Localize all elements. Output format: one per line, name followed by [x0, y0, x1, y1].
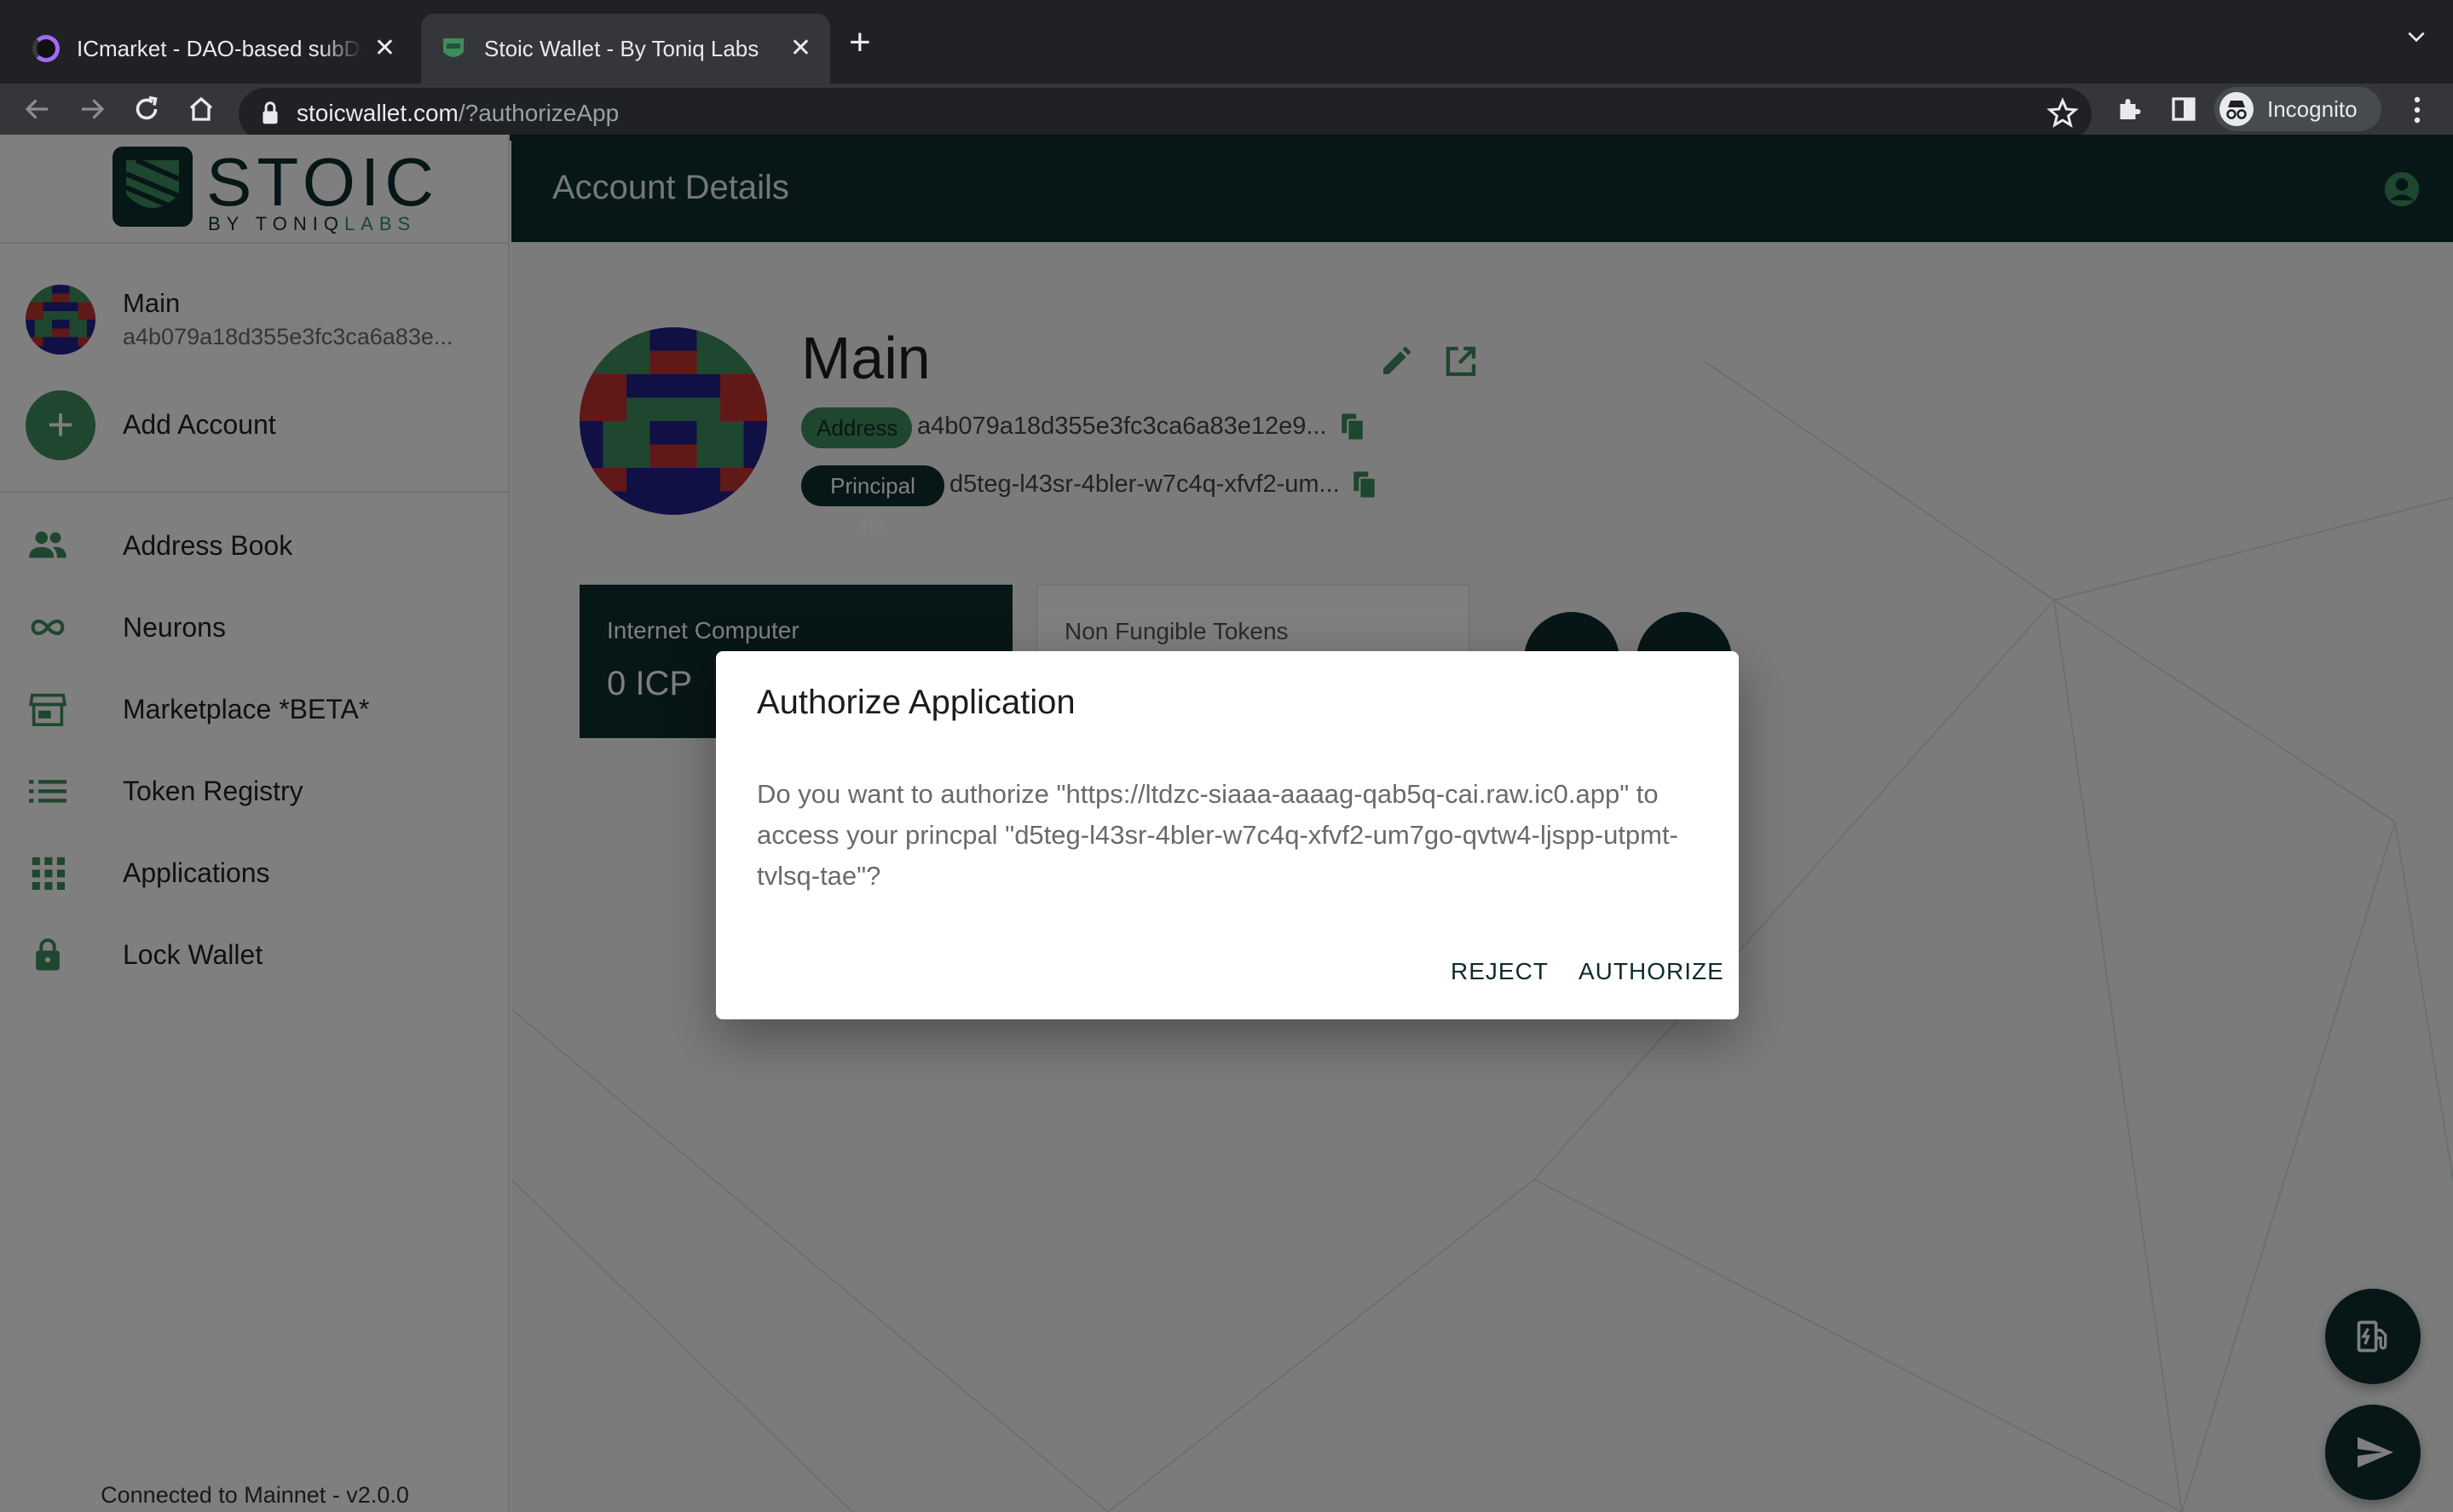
tab-title: ICmarket - DAO-based subDAO — [77, 35, 362, 61]
reject-button[interactable]: Reject — [1447, 958, 1552, 985]
dialog-title: Authorize Application — [757, 684, 1076, 721]
home-icon[interactable] — [186, 94, 216, 124]
browser-menu-icon[interactable] — [2409, 95, 2426, 124]
icmarket-favicon-icon — [32, 35, 60, 62]
back-arrow-icon[interactable] — [22, 94, 53, 124]
forward-arrow-icon[interactable] — [77, 94, 107, 124]
incognito-profile-button[interactable]: Incognito — [2214, 87, 2381, 131]
extensions-puzzle-icon[interactable] — [2114, 94, 2144, 124]
browser-tab-stoic[interactable]: Stoic Wallet - By Toniq Labs ✕ — [421, 14, 830, 84]
reload-icon[interactable] — [131, 94, 162, 124]
browser-toolbar: stoicwallet.com/?authorizeApp Incognito — [0, 84, 2453, 141]
secure-lock-icon[interactable] — [261, 98, 280, 129]
side-panel-icon[interactable] — [2168, 94, 2199, 124]
url-text[interactable]: stoicwallet.com/?authorizeApp — [297, 88, 619, 139]
bookmark-star-icon[interactable] — [2046, 96, 2080, 130]
close-tab-icon[interactable]: ✕ — [374, 36, 395, 61]
url-path: /?authorizeApp — [458, 100, 620, 126]
tab-search-chevron-icon[interactable] — [2405, 26, 2427, 48]
authorize-button[interactable]: Authorize — [1575, 958, 1728, 985]
url-host: stoicwallet.com — [297, 100, 459, 126]
address-bar[interactable]: stoicwallet.com/?authorizeApp — [239, 88, 2092, 141]
incognito-label: Incognito — [2267, 95, 2358, 122]
close-tab-icon[interactable]: ✕ — [790, 36, 811, 61]
browser-tab-icmarket[interactable]: ICmarket - DAO-based subDAO ✕ — [14, 14, 414, 84]
new-tab-button[interactable]: + — [849, 22, 871, 63]
browser-tab-bar: ICmarket - DAO-based subDAO ✕ Stoic Wall… — [0, 0, 2453, 84]
dialog-message: Do you want to authorize "https://ltdzc-… — [757, 779, 1678, 891]
authorize-application-dialog: Authorize Application Do you want to aut… — [716, 651, 1739, 1019]
tab-title: Stoic Wallet - By Toniq Labs — [484, 35, 759, 61]
stoic-favicon-icon — [443, 38, 464, 57]
incognito-icon — [2219, 92, 2254, 126]
